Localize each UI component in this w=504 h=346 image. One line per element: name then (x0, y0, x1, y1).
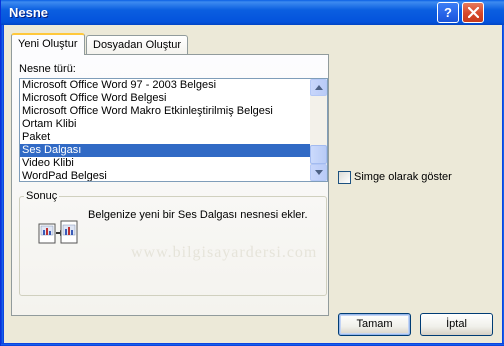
result-group-title: Sonuç (24, 190, 60, 202)
display-as-icon-checkbox[interactable] (338, 171, 351, 184)
tab-create-from-file[interactable]: Dosyadan Oluştur (86, 35, 189, 54)
result-description: Belgenize yeni bir Ses Dalgası nesnesi e… (88, 209, 308, 221)
help-button[interactable]: ? (437, 2, 459, 23)
list-item[interactable]: Microsoft Office Word Belgesi (20, 92, 310, 105)
list-item[interactable]: Ortam Klibi (20, 118, 310, 131)
title-bar[interactable]: Nesne ? (1, 0, 504, 25)
list-item[interactable]: Video Klibi (20, 157, 310, 170)
object-dialog: Nesne ? Yeni Oluştur Dosyadan Oluştur Ne… (0, 0, 504, 346)
listbox-scrollbar[interactable] (310, 79, 327, 181)
scroll-up-button[interactable] (310, 79, 327, 96)
scroll-thumb[interactable] (310, 145, 327, 164)
cancel-button[interactable]: İptal (420, 313, 493, 336)
watermark-text: www.bilgisayardersi.com (131, 244, 318, 261)
object-type-listbox[interactable]: Microsoft Office Word 97 - 2003 Belgesi … (19, 78, 328, 182)
list-item[interactable]: Microsoft Office Word Makro Etkinleştiri… (20, 105, 310, 118)
object-icon (38, 220, 78, 244)
close-icon (468, 7, 479, 18)
object-type-label: Nesne türü: (19, 63, 76, 75)
scroll-down-button[interactable] (310, 164, 327, 181)
tab-create-new[interactable]: Yeni Oluştur (11, 33, 85, 55)
window-border-left (1, 25, 4, 346)
list-item[interactable]: Microsoft Office Word 97 - 2003 Belgesi (20, 79, 310, 92)
close-button[interactable] (462, 2, 484, 23)
window-title: Nesne (9, 5, 49, 20)
object-type-list: Microsoft Office Word 97 - 2003 Belgesi … (20, 79, 310, 181)
list-item-selected[interactable]: Ses Dalgası (20, 144, 310, 157)
list-item[interactable]: WordPad Belgesi (20, 170, 310, 181)
display-as-icon-label[interactable]: Simge olarak göster (354, 171, 452, 183)
arrow-up-icon (315, 85, 323, 90)
ok-button[interactable]: Tamam (338, 313, 411, 336)
arrow-down-icon (315, 170, 323, 175)
list-item[interactable]: Paket (20, 131, 310, 144)
